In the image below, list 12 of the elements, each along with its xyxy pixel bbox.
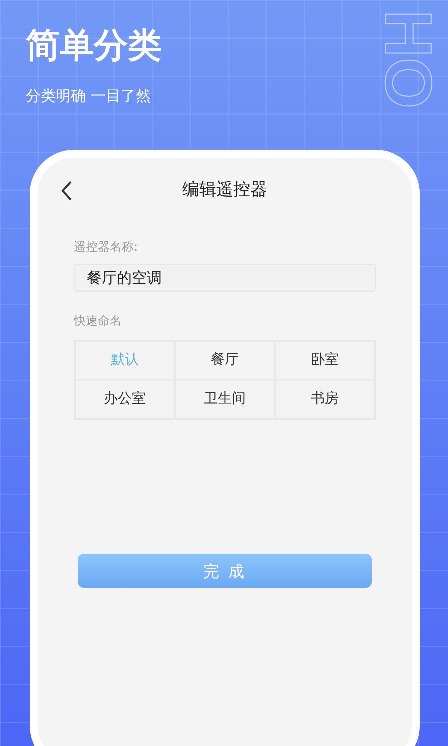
- headline: 简单分类: [25, 25, 162, 68]
- background-lettering: HO: [376, 10, 442, 109]
- quick-name-option[interactable]: 卧室: [275, 341, 375, 380]
- quick-name-option[interactable]: 办公室: [75, 380, 175, 420]
- screen-title: 编辑遥控器: [182, 179, 268, 202]
- quick-name-option[interactable]: 餐厅: [175, 341, 275, 380]
- quick-name-option[interactable]: 书房: [275, 380, 375, 420]
- quick-name-option[interactable]: 卫生间: [175, 380, 275, 420]
- name-input-field[interactable]: 餐厅的空调: [74, 264, 376, 292]
- section-label: 快速命名: [74, 314, 122, 328]
- field-label: 遥控器名称:: [74, 239, 140, 256]
- subheadline: 分类明确 一目了然: [25, 86, 151, 108]
